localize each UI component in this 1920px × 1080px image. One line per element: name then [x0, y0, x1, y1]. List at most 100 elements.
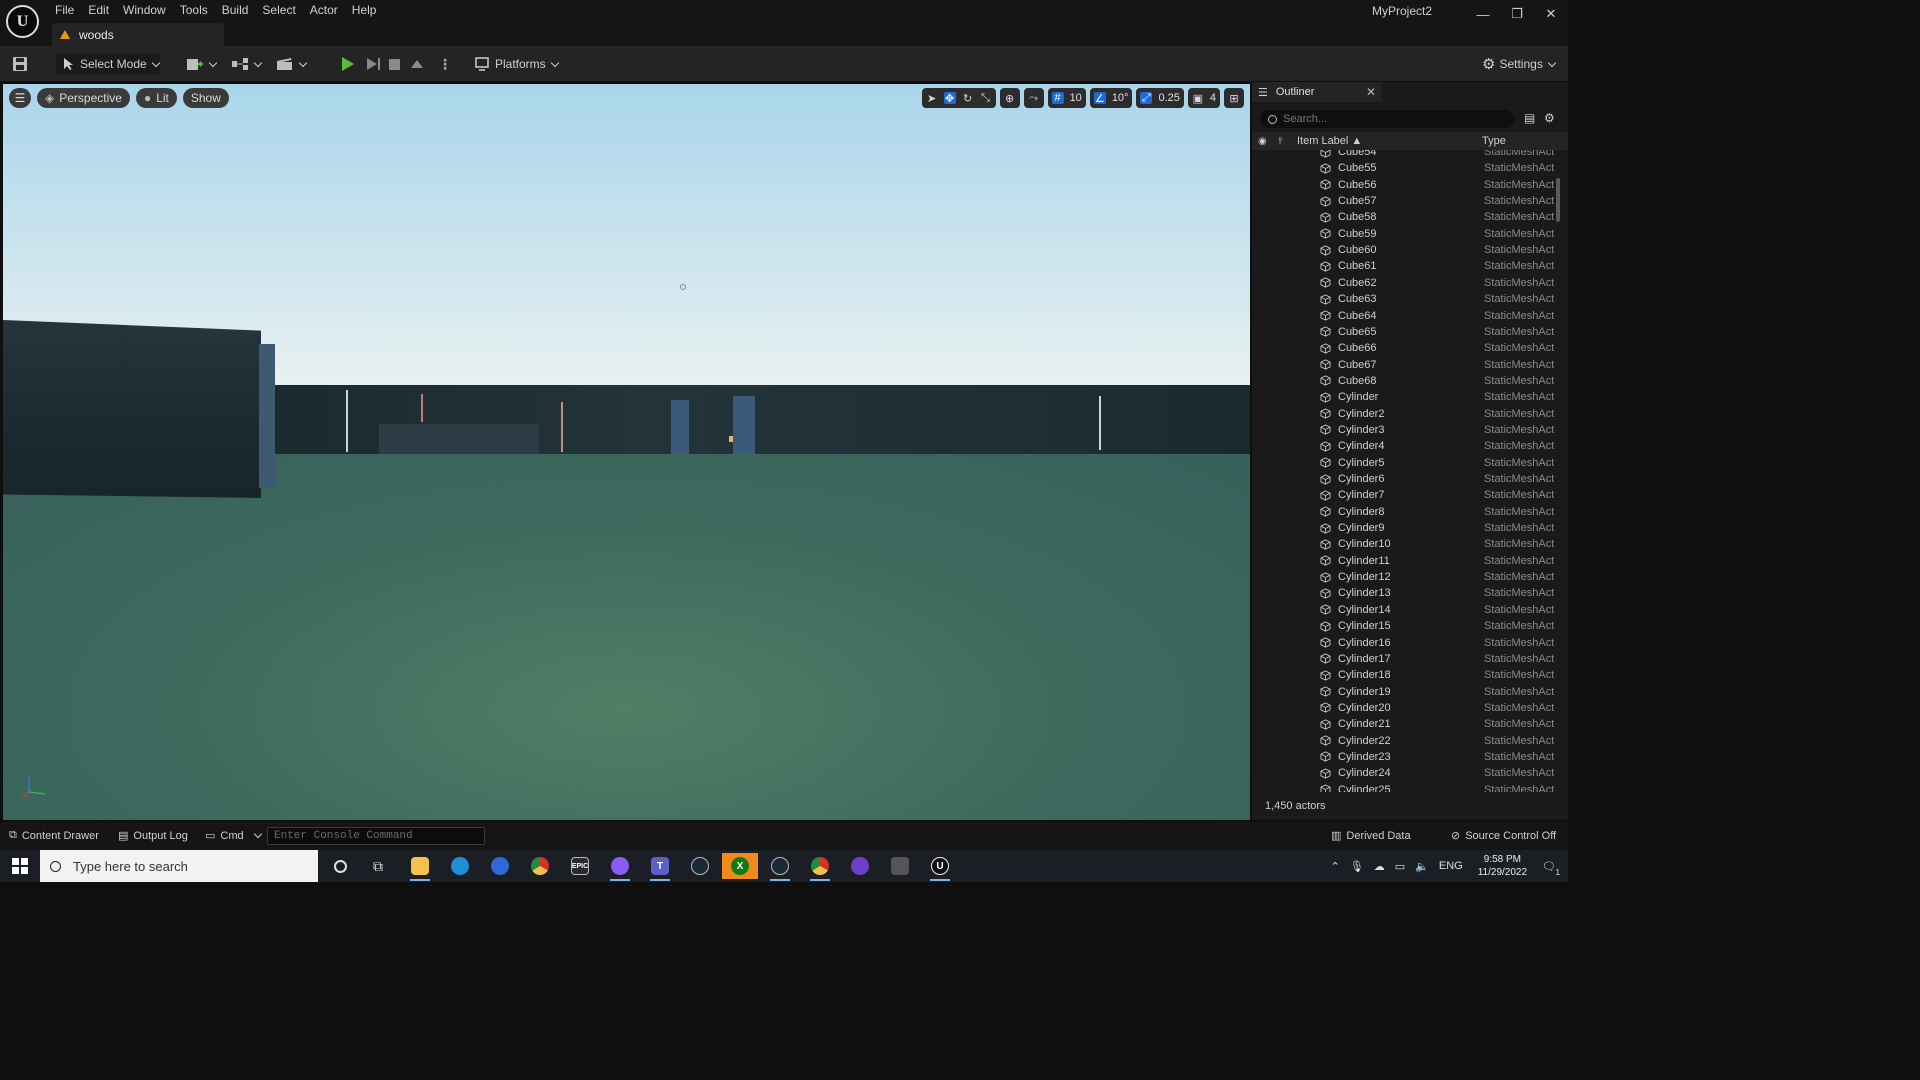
outliner-tab[interactable]: ☰ Outliner ✕: [1252, 82, 1382, 102]
outliner-row[interactable]: Cube64 StaticMeshAct: [1252, 308, 1554, 324]
close-tab-icon[interactable]: ✕: [1366, 85, 1376, 99]
language-indicator[interactable]: ENG: [1439, 860, 1463, 872]
outliner-row[interactable]: Cylinder19 StaticMeshAct: [1252, 684, 1554, 700]
outliner-row[interactable]: Cylinder8 StaticMeshAct: [1252, 504, 1554, 520]
eject-button[interactable]: [411, 53, 423, 75]
steam-app[interactable]: [682, 853, 718, 879]
outliner-search-box[interactable]: [1260, 110, 1514, 128]
cmd-dropdown[interactable]: ▭ Cmd: [205, 829, 262, 842]
derived-data-button[interactable]: ▥ Derived Data: [1331, 829, 1411, 843]
outliner-row[interactable]: Cylinder16 StaticMeshAct: [1252, 635, 1554, 651]
console-command-input[interactable]: [267, 827, 485, 845]
outliner-row[interactable]: Cylinder6 StaticMeshAct: [1252, 471, 1554, 487]
github-app[interactable]: [842, 853, 878, 879]
menu-file[interactable]: File: [48, 0, 81, 20]
volume-icon[interactable]: 🔈: [1415, 860, 1429, 873]
menu-tools[interactable]: Tools: [173, 0, 215, 20]
content-drawer-button[interactable]: ⧉ Content Drawer: [9, 829, 99, 842]
outliner-row[interactable]: Cylinder25 StaticMeshAct: [1252, 782, 1554, 792]
item-label-column-header[interactable]: Item Label ▲: [1297, 135, 1362, 147]
xbox-app[interactable]: X: [722, 853, 758, 879]
outliner-row[interactable]: Cube58 StaticMeshAct: [1252, 209, 1554, 225]
blueprint-button[interactable]: [231, 53, 263, 75]
outliner-row[interactable]: Cylinder21 StaticMeshAct: [1252, 716, 1554, 732]
outliner-row[interactable]: Cylinder13 StaticMeshAct: [1252, 585, 1554, 601]
network-icon[interactable]: ▭: [1395, 860, 1405, 873]
play-options-button[interactable]: ⋮: [438, 53, 452, 75]
menu-select[interactable]: Select: [255, 0, 302, 20]
outliner-row[interactable]: Cylinder3 StaticMeshAct: [1252, 422, 1554, 438]
app-grey[interactable]: [882, 853, 918, 879]
advance-frame-button[interactable]: [367, 53, 380, 75]
outliner-row[interactable]: Cube65 StaticMeshAct: [1252, 324, 1554, 340]
viewport-menu-button[interactable]: ☰: [9, 88, 31, 108]
level-tab[interactable]: woods: [52, 23, 224, 46]
outliner-row[interactable]: Cylinder17 StaticMeshAct: [1252, 651, 1554, 667]
outliner-row[interactable]: Cube63 StaticMeshAct: [1252, 291, 1554, 307]
viewport-layout-button[interactable]: ⊞: [1224, 88, 1244, 108]
outliner-row[interactable]: Cube55 StaticMeshAct: [1252, 160, 1554, 176]
add-folder-icon[interactable]: ▤: [1524, 111, 1535, 125]
outliner-row[interactable]: Cylinder22 StaticMeshAct: [1252, 733, 1554, 749]
outliner-row[interactable]: Cube67 StaticMeshAct: [1252, 357, 1554, 373]
outliner-row[interactable]: Cylinder18 StaticMeshAct: [1252, 667, 1554, 683]
show-button[interactable]: Show: [182, 88, 229, 108]
menu-build[interactable]: Build: [215, 0, 256, 20]
outliner-row[interactable]: Cylinder2 StaticMeshAct: [1252, 406, 1554, 422]
outliner-row[interactable]: Cylinder24 StaticMeshAct: [1252, 765, 1554, 781]
select-mode-dropdown[interactable]: Select Mode: [56, 53, 160, 75]
world-space-icon[interactable]: ⊕: [1004, 92, 1016, 105]
grid-snap-group[interactable]: # 10: [1047, 88, 1086, 108]
clock[interactable]: 9:58 PM 11/29/2022: [1478, 853, 1527, 879]
surface-snap-icon[interactable]: ⤳: [1028, 92, 1040, 104]
outliner-search-input[interactable]: [1283, 113, 1503, 125]
scale-tool-icon[interactable]: ⤡: [980, 92, 992, 104]
outliner-row[interactable]: Cube66 StaticMeshAct: [1252, 340, 1554, 356]
visibility-eye-icon[interactable]: ◉: [1258, 136, 1267, 147]
rotation-snap-group[interactable]: ∠ 10°: [1089, 88, 1133, 108]
notification-center-icon[interactable]: 🗨 1: [1542, 860, 1560, 877]
cinematics-button[interactable]: [276, 53, 308, 75]
outliner-settings-icon[interactable]: ⚙: [1544, 111, 1555, 125]
select-tool-icon[interactable]: ➤: [926, 92, 938, 105]
close-window-button[interactable]: ✕: [1534, 0, 1568, 28]
outliner-row[interactable]: Cylinder9 StaticMeshAct: [1252, 520, 1554, 536]
outliner-row[interactable]: Cube60 StaticMeshAct: [1252, 242, 1554, 258]
outliner-row[interactable]: Cylinder14 StaticMeshAct: [1252, 602, 1554, 618]
settings-dropdown[interactable]: ⚙ Settings: [1482, 53, 1557, 75]
outliner-row[interactable]: Cube54 StaticMeshAct: [1252, 150, 1554, 160]
outliner-row[interactable]: Cylinder StaticMeshAct: [1252, 389, 1554, 405]
windows-start-icon[interactable]: [12, 858, 28, 874]
menu-help[interactable]: Help: [345, 0, 384, 20]
outliner-row[interactable]: Cylinder11 StaticMeshAct: [1252, 553, 1554, 569]
onedrive-icon[interactable]: ☁: [1374, 860, 1385, 873]
microphone-icon[interactable]: 🎙: [1350, 860, 1364, 873]
outliner-row[interactable]: Cube59 StaticMeshAct: [1252, 226, 1554, 242]
cortana-button[interactable]: [322, 853, 358, 879]
platforms-dropdown[interactable]: Platforms: [475, 53, 559, 75]
pin-icon[interactable]: ⫯: [1278, 136, 1282, 147]
outliner-row[interactable]: Cube56 StaticMeshAct: [1252, 177, 1554, 193]
messenger-app[interactable]: [602, 853, 638, 881]
rotate-tool-icon[interactable]: ↻: [962, 92, 974, 105]
outliner-row[interactable]: Cube57 StaticMeshAct: [1252, 193, 1554, 209]
type-column-header[interactable]: Type: [1482, 135, 1506, 147]
restore-button[interactable]: ❐: [1500, 0, 1534, 28]
chrome-app[interactable]: [522, 853, 558, 879]
tray-chevron-up-icon[interactable]: ⌃: [1331, 860, 1340, 873]
app-blue-circle[interactable]: [482, 853, 518, 879]
outliner-row[interactable]: Cylinder12 StaticMeshAct: [1252, 569, 1554, 585]
level-viewport[interactable]: ☰ ◈ Perspective ● Lit Show ➤ ✥ ↻ ⤡ ⊕ ⤳ # 1…: [3, 84, 1250, 820]
add-actor-button[interactable]: [186, 53, 218, 75]
camera-speed-group[interactable]: ▣ 4: [1187, 88, 1220, 108]
chrome-app-2[interactable]: [802, 853, 838, 881]
steam-app-2[interactable]: [762, 853, 798, 881]
unreal-app[interactable]: U: [922, 853, 958, 881]
epic-games-app[interactable]: EPIC: [562, 853, 598, 879]
file-explorer-app[interactable]: [402, 853, 438, 881]
outliner-row[interactable]: Cube62 StaticMeshAct: [1252, 275, 1554, 291]
outliner-row[interactable]: Cylinder10 StaticMeshAct: [1252, 536, 1554, 552]
perspective-button[interactable]: ◈ Perspective: [37, 88, 130, 108]
outliner-row[interactable]: Cylinder15 StaticMeshAct: [1252, 618, 1554, 634]
unreal-logo-icon[interactable]: U: [6, 5, 39, 38]
